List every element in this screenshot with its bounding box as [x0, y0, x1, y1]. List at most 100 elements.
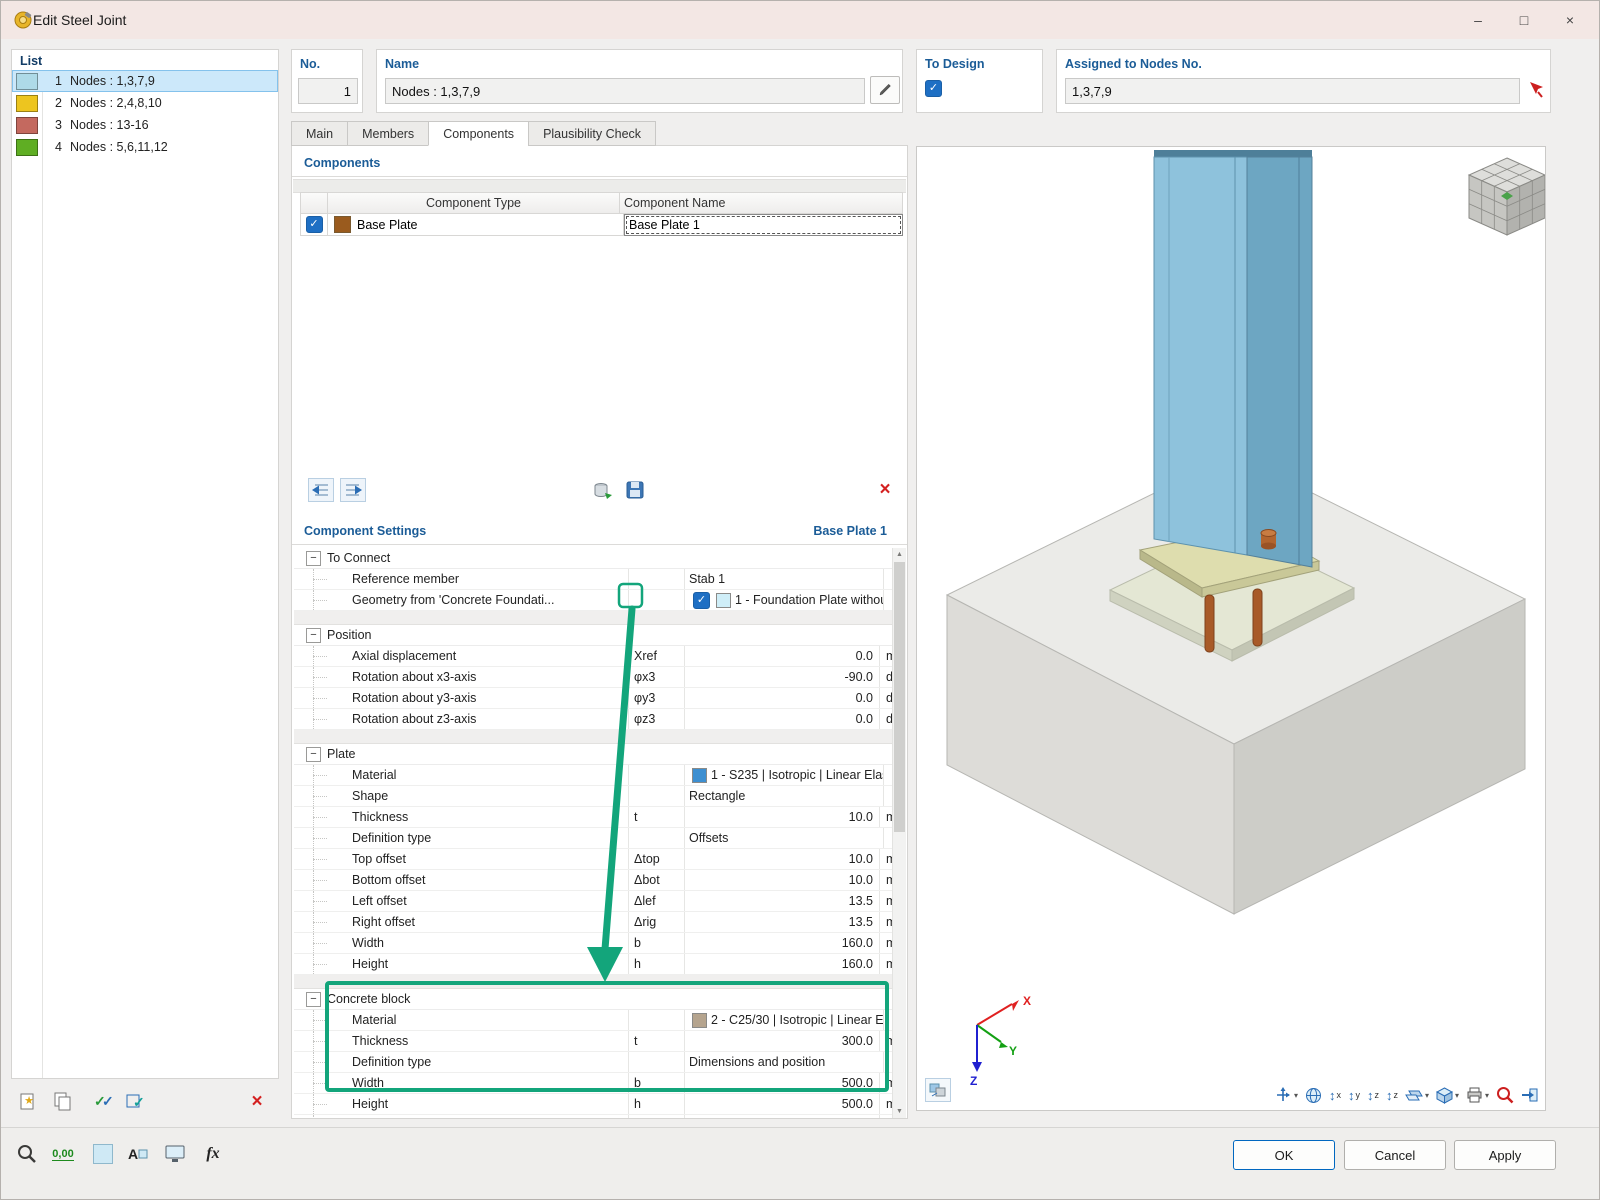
settings-row[interactable]: Right offsetΔrig13.5mm [294, 912, 894, 933]
to-design-checkbox[interactable] [925, 80, 942, 97]
collapse-icon[interactable]: − [306, 627, 321, 643]
settings-row[interactable]: Widthb500.0mm [294, 1073, 894, 1094]
settings-row[interactable]: Left offsetΔlef13.5mm [294, 891, 894, 912]
setting-value[interactable]: Dimensions and position [689, 1055, 825, 1069]
settings-row[interactable]: Definition type Dimensions and position [294, 1052, 894, 1073]
delete-component-button[interactable]: × [872, 476, 898, 502]
settings-row[interactable]: Bottom offsetΔbot10.0mm [294, 870, 894, 891]
isometric-view-button[interactable]: ▾ [1435, 1086, 1459, 1104]
setting-value[interactable]: 500.0 [685, 1076, 879, 1090]
settings-row[interactable]: Material 1 - S235 | Isotropic | Linear El… [294, 765, 894, 786]
scrollbar-thumb[interactable] [894, 562, 905, 832]
setting-value[interactable]: 10.0 [685, 873, 879, 887]
setting-value[interactable]: 10.0 [685, 810, 879, 824]
collapse-icon[interactable]: − [306, 550, 321, 566]
display-colors-button[interactable] [87, 1138, 119, 1170]
list-item[interactable]: 4 Nodes : 5,6,11,12 [12, 136, 278, 158]
settings-group-header[interactable]: − Plate [294, 744, 894, 765]
zoom-button[interactable] [1496, 1086, 1514, 1104]
component-row[interactable]: Base Plate Base Plate 1 [300, 214, 903, 236]
scroll-up-icon[interactable]: ▲ [893, 548, 906, 561]
component-name-cell[interactable]: Base Plate 1 [624, 214, 903, 236]
geometry-from-foundation-checkbox[interactable] [693, 591, 710, 609]
settings-row[interactable]: Heighth160.0mm [294, 954, 894, 975]
print-button[interactable]: ▾ [1466, 1087, 1489, 1103]
setting-value[interactable]: 2 - C25/30 | Isotropic | Linear Elastic [711, 1013, 883, 1027]
setting-value[interactable]: 160.0 [685, 936, 879, 950]
close-button[interactable]: × [1547, 1, 1593, 39]
view-in-x-button[interactable]: ↕ x [1329, 1088, 1341, 1103]
setting-value[interactable]: -90.0 [685, 670, 879, 684]
setting-value[interactable]: 500.0 [685, 1097, 879, 1111]
setting-value[interactable]: 13.5 [685, 894, 879, 908]
select-nodes-button[interactable] [1522, 76, 1548, 104]
visibility-globe-button[interactable] [1305, 1087, 1322, 1104]
settings-row[interactable]: Rotation about z3-axisφz30.0deg [294, 709, 894, 730]
decimal-places-button[interactable]: 0,00 [47, 1138, 79, 1170]
joint-name-input[interactable] [385, 78, 865, 104]
settings-row[interactable]: Reference member Stab 1 [294, 569, 894, 590]
delete-joint-button[interactable]: × [243, 1087, 271, 1115]
units-settings-button[interactable]: A [121, 1138, 153, 1170]
settings-group-header[interactable]: − To Connect [294, 548, 894, 569]
remove-component-button[interactable] [340, 478, 366, 502]
view-in-minus-z-button[interactable]: ↕ z [1386, 1088, 1398, 1103]
setting-value[interactable]: Rectangle [689, 789, 745, 803]
assigned-nodes-input[interactable] [1065, 78, 1520, 104]
setting-value[interactable]: 0.0 [685, 649, 879, 663]
save-as-default-button[interactable] [622, 478, 648, 502]
display-settings-button[interactable] [159, 1138, 191, 1170]
settings-scrollbar[interactable]: ▲ ▼ [892, 548, 906, 1118]
settings-row[interactable]: Axial displacementXref0.0mm [294, 646, 894, 667]
settings-row[interactable]: Rotation about y3-axisφy30.0deg [294, 688, 894, 709]
settings-row[interactable]: Shape Rectangle [294, 786, 894, 807]
setting-value[interactable]: Offsets [689, 831, 728, 845]
setting-value[interactable]: 300.0 [685, 1034, 879, 1048]
setting-value[interactable]: 0.0 [685, 712, 879, 726]
view-in-y-button[interactable]: ↕ y [1348, 1088, 1360, 1103]
list-item[interactable]: 2 Nodes : 2,4,8,10 [12, 92, 278, 114]
settings-row[interactable]: Definition type Offsets [294, 828, 894, 849]
settings-row[interactable]: Geometry from 'Concrete Foundati... 1 - F… [294, 590, 894, 611]
settings-row[interactable]: Transverse eccentricityetra0.0mm [294, 1115, 894, 1118]
setting-value[interactable]: 1 - S235 | Isotropic | Linear Elastic [711, 768, 883, 782]
scroll-down-icon[interactable]: ▼ [893, 1105, 906, 1118]
collapse-icon[interactable]: − [306, 991, 321, 1007]
setting-value[interactable]: 13.5 [685, 915, 879, 929]
setting-value[interactable]: 10.0 [685, 852, 879, 866]
settings-row[interactable]: Heighth500.0mm [294, 1094, 894, 1115]
render-mode-button[interactable] [925, 1078, 951, 1102]
check-all-button[interactable]: ✓ ✓ [89, 1087, 117, 1115]
maximize-button[interactable]: □ [1501, 1, 1547, 39]
settings-row[interactable]: Top offsetΔtop10.0mm [294, 849, 894, 870]
settings-row[interactable]: Rotation about x3-axisφx3-90.0deg [294, 667, 894, 688]
component-active-checkbox[interactable] [305, 216, 323, 233]
settings-group-header[interactable]: − Position [294, 625, 894, 646]
setting-value[interactable]: 0.0 [685, 691, 879, 705]
settings-group-header[interactable]: − Concrete block [294, 989, 894, 1010]
minimize-button[interactable]: – [1455, 1, 1501, 39]
setting-value[interactable]: 1 - Foundation Plate without Reinf... [735, 593, 883, 607]
orientation-tool-button[interactable]: ▾ [1274, 1087, 1298, 1103]
rename-button[interactable] [870, 76, 900, 104]
viewport-3d[interactable]: X Y Z ▾ ↕ x ↕ y ↕ z ↕ z ▾ ▾ ▾ [916, 146, 1547, 1111]
ok-button[interactable]: OK [1233, 1140, 1335, 1170]
list-item[interactable]: 3 Nodes : 13-16 [12, 114, 278, 136]
apply-button[interactable]: Apply [1454, 1140, 1556, 1170]
collapse-icon[interactable]: − [306, 746, 321, 762]
settings-row[interactable]: Thicknesst10.0mm [294, 807, 894, 828]
list-item[interactable]: 1 Nodes : 1,3,7,9 [12, 70, 278, 92]
tab-members[interactable]: Members [347, 121, 429, 146]
formula-button[interactable]: fx [197, 1138, 229, 1170]
work-plane-button[interactable]: ▾ [1405, 1088, 1429, 1102]
new-joint-button[interactable]: ★ [15, 1087, 43, 1115]
setting-value[interactable]: 160.0 [685, 957, 879, 971]
import-from-library-button[interactable] [590, 478, 616, 502]
tab-components[interactable]: Components [428, 121, 529, 146]
settings-row[interactable]: Widthb160.0mm [294, 933, 894, 954]
insert-component-button[interactable] [308, 478, 334, 502]
settings-row[interactable]: Thicknesst300.0mm [294, 1031, 894, 1052]
copy-joint-button[interactable] [49, 1087, 77, 1115]
joint-number-field[interactable] [298, 78, 358, 104]
detach-view-button[interactable] [1521, 1087, 1539, 1103]
